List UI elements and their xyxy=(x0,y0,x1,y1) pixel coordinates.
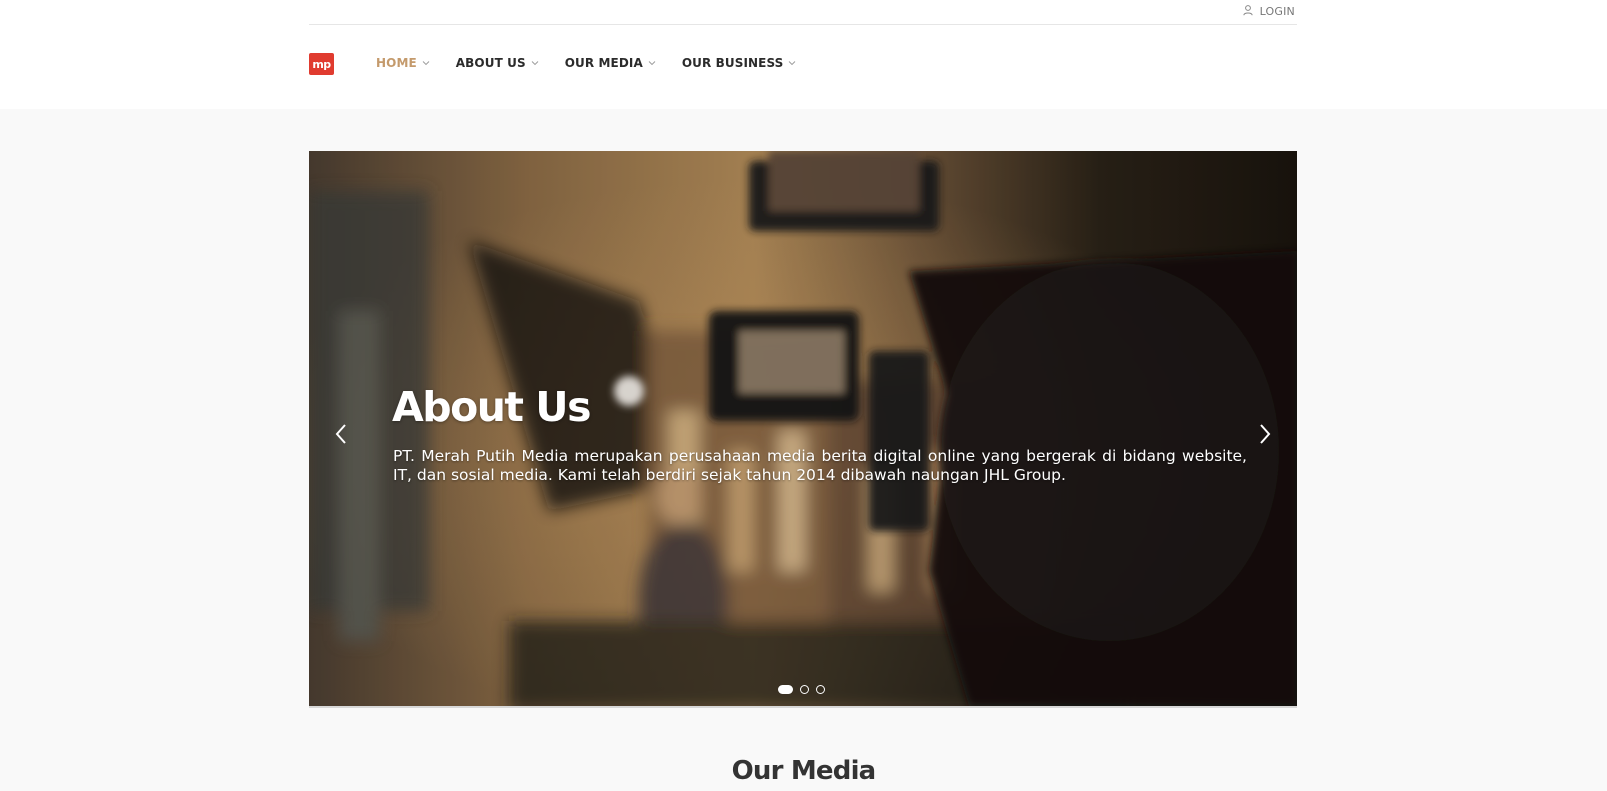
nav-item-home[interactable]: HOME xyxy=(376,56,430,70)
chevron-down-icon xyxy=(648,56,656,70)
slide-title: About Us xyxy=(392,383,592,431)
chevron-right-icon xyxy=(1258,423,1272,449)
user-icon xyxy=(1242,4,1254,19)
nav-item-label: OUR BUSINESS xyxy=(681,56,784,70)
login-link[interactable]: LOGIN xyxy=(1242,4,1295,19)
slider-prev-button[interactable] xyxy=(329,421,353,451)
slider-next-button[interactable] xyxy=(1253,421,1277,451)
slider-dot-3[interactable] xyxy=(816,685,825,694)
slide-description: PT. Merah Putih Media merupakan perusaha… xyxy=(393,447,1247,484)
main-nav: HOME ABOUT US OUR MEDIA OUR BUSINESS xyxy=(376,56,822,70)
site-logo[interactable]: mp xyxy=(309,53,334,75)
chevron-down-icon xyxy=(788,56,796,70)
hero-slider[interactable]: About Us PT. Merah Putih Media merupakan… xyxy=(309,151,1297,708)
nav-item-label: ABOUT US xyxy=(455,56,526,70)
slider-dot-1[interactable] xyxy=(778,685,793,694)
chevron-down-icon xyxy=(531,56,539,70)
slider-pagination xyxy=(778,685,825,694)
top-bar: LOGIN xyxy=(309,0,1297,25)
nav-item-our-business[interactable]: OUR BUSINESS xyxy=(682,56,797,70)
nav-item-label: HOME xyxy=(376,56,417,70)
nav-item-label: OUR MEDIA xyxy=(564,56,643,70)
nav-item-about-us[interactable]: ABOUT US xyxy=(456,56,539,70)
login-label: LOGIN xyxy=(1259,5,1295,18)
nav-item-our-media[interactable]: OUR MEDIA xyxy=(565,56,656,70)
chevron-left-icon xyxy=(334,423,348,449)
main-header: mp HOME ABOUT US OUR MEDIA OUR BUSINESS xyxy=(309,25,1297,109)
chevron-down-icon xyxy=(422,56,430,70)
section-title-our-media: Our Media xyxy=(731,756,877,786)
slider-dot-2[interactable] xyxy=(800,685,809,694)
